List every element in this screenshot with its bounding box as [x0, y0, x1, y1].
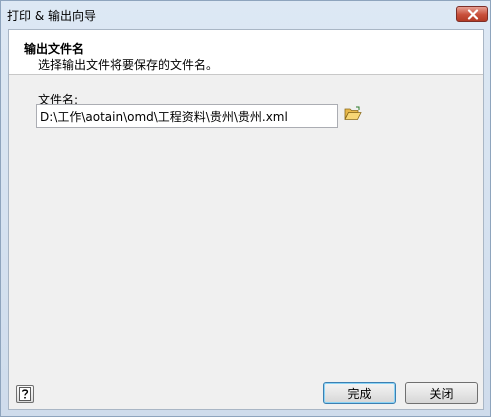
browse-button[interactable] — [343, 105, 363, 125]
dialog-body: 输出文件名 选择输出文件将要保存的文件名。 文件名: 完成 关闭 — [8, 29, 484, 410]
dialog-window: 打印 & 输出向导 输出文件名 选择输出文件将要保存的文件名。 文件名: D:\… — [0, 0, 491, 417]
title-bar[interactable]: 打印 & 输出向导 — [1, 1, 490, 29]
window-title: 打印 & 输出向导 — [7, 9, 96, 23]
window-close-button[interactable] — [456, 6, 488, 22]
close-button[interactable]: 关闭 — [405, 382, 478, 404]
step-description: 选择输出文件将要保存的文件名。 — [38, 58, 219, 72]
help-icon — [19, 387, 31, 401]
wizard-header: 输出文件名 选择输出文件将要保存的文件名。 — [9, 30, 483, 75]
close-icon — [467, 9, 479, 20]
step-title: 输出文件名 — [24, 42, 85, 56]
folder-open-icon — [344, 106, 362, 120]
file-name-input[interactable] — [36, 104, 338, 128]
finish-button[interactable]: 完成 — [323, 382, 396, 404]
help-button[interactable] — [16, 385, 34, 403]
